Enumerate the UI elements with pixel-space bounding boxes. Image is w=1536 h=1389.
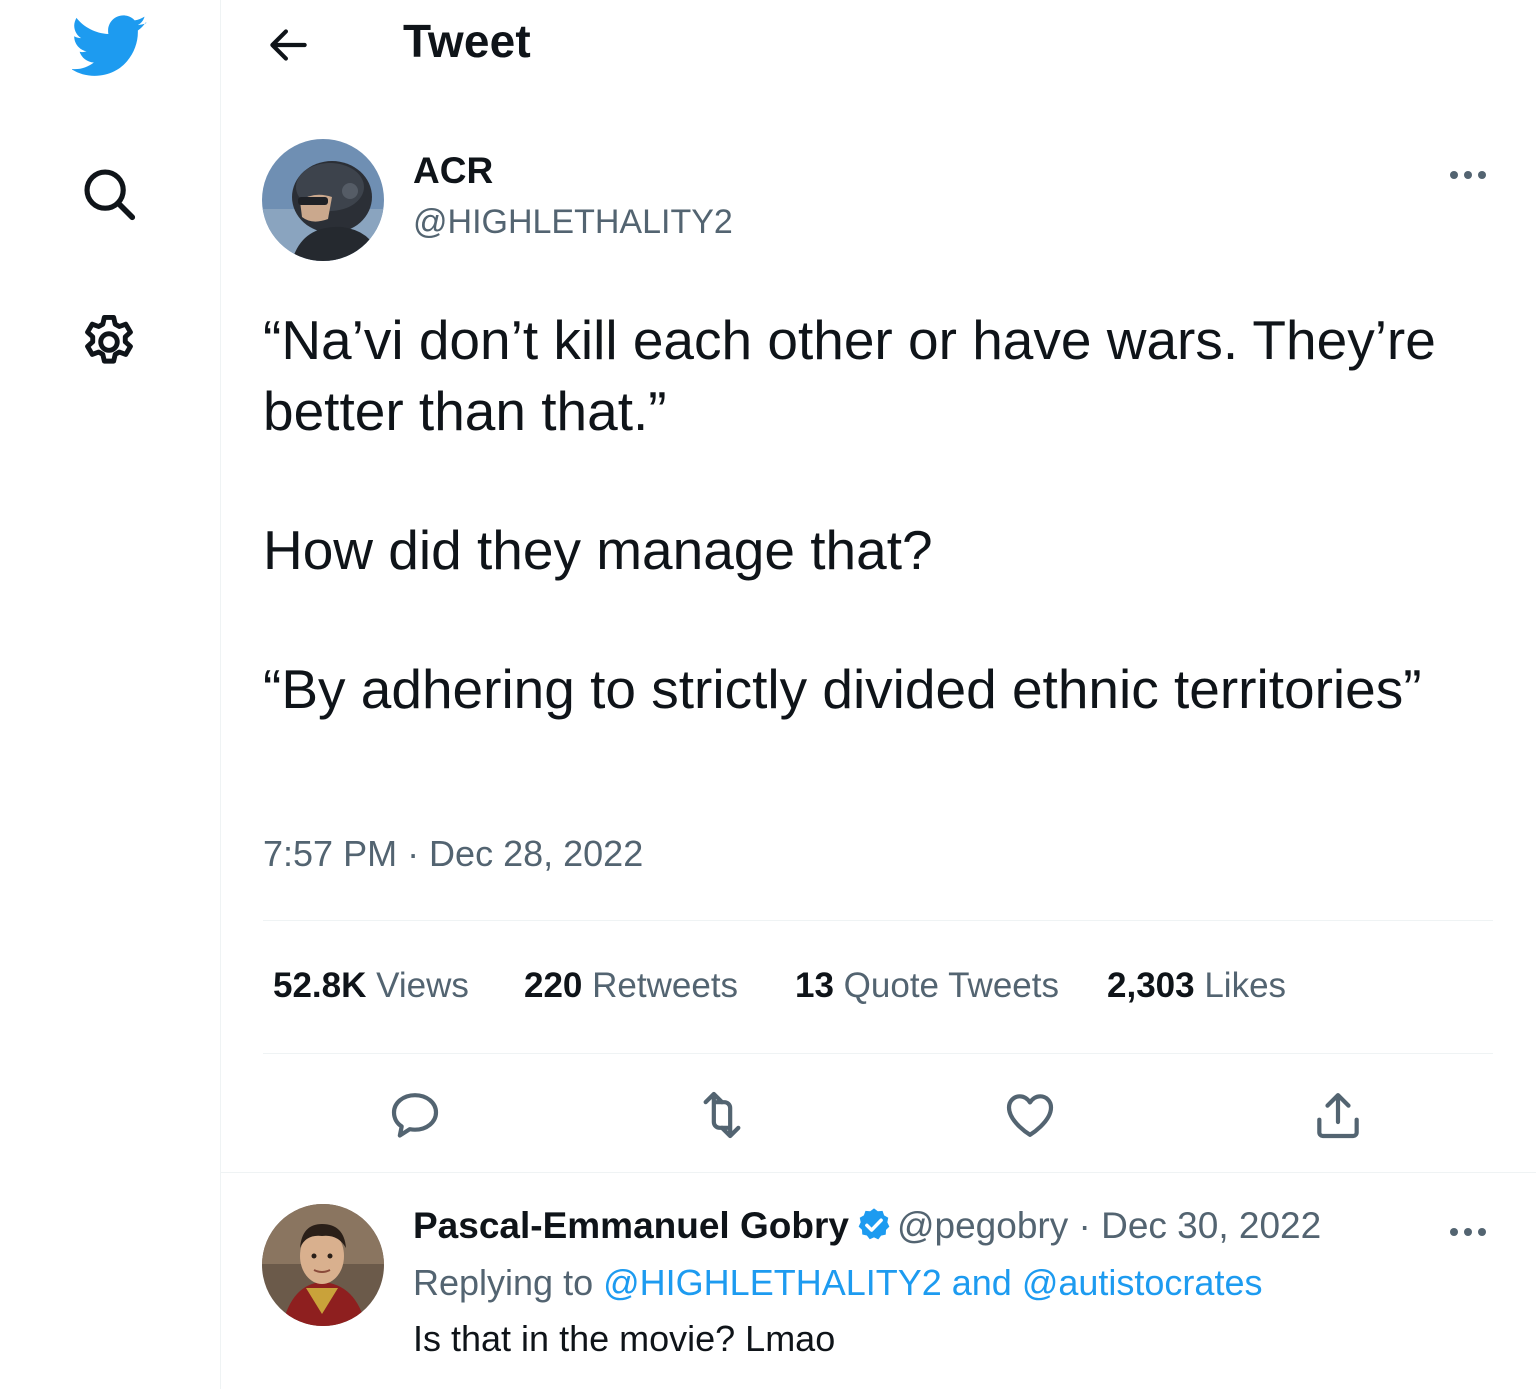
verified-badge-icon (855, 1206, 893, 1253)
reply-icon[interactable] (387, 1087, 443, 1143)
twitter-bird-icon[interactable] (71, 15, 148, 79)
top-bar: Tweet (221, 0, 1536, 92)
quotes-label: Quote Tweets (843, 966, 1059, 1005)
retweets-label: Retweets (592, 966, 739, 1005)
reply-display-name[interactable]: Pascal-Emmanuel Gobry (413, 1205, 849, 1246)
views-stat: 52.8K Views (273, 966, 469, 1006)
likes-stat[interactable]: 2,303 Likes (1107, 966, 1286, 1006)
divider (263, 920, 1493, 921)
sidebar (0, 0, 221, 1389)
replying-prefix: Replying to (413, 1262, 594, 1303)
tweet-text: “Na’vi don’t kill each other or have war… (263, 305, 1503, 725)
more-options-icon[interactable] (1443, 160, 1493, 190)
display-name[interactable]: ACR (413, 150, 493, 192)
like-icon[interactable] (1002, 1087, 1058, 1143)
views-label: Views (376, 966, 469, 1005)
likes-label: Likes (1204, 966, 1287, 1005)
user-handle[interactable]: @HIGHLETHALITY2 (413, 203, 733, 242)
reply-handle-date[interactable]: @pegobry · Dec 30, 2022 (897, 1205, 1321, 1246)
divider (263, 1053, 1493, 1054)
more-options-icon[interactable] (1443, 1217, 1493, 1247)
likes-count: 2,303 (1107, 966, 1195, 1005)
twitter-app: Tweet ACR @HIGHLETHALITY2 “Na’vi don’t k… (0, 0, 1536, 1389)
tweet-timestamp[interactable]: 7:57 PM · Dec 28, 2022 (263, 833, 643, 875)
gear-icon[interactable] (78, 311, 140, 373)
replying-targets-link[interactable]: @HIGHLETHALITY2 and @autistocrates (603, 1262, 1262, 1303)
divider (221, 1172, 1536, 1173)
tweet-paragraph: How did they manage that? (263, 519, 933, 581)
avatar[interactable] (262, 139, 384, 261)
retweet-icon[interactable] (694, 1087, 750, 1143)
reply-header: Pascal-Emmanuel Gobry @pegobry · Dec 30, … (413, 1205, 1321, 1253)
tweet-paragraph: “By adhering to strictly divided ethnic … (263, 658, 1422, 720)
replying-to: Replying to @HIGHLETHALITY2 and @autisto… (413, 1262, 1262, 1304)
quotes-count: 13 (795, 966, 834, 1005)
reply-text: Is that in the movie? Lmao (413, 1318, 836, 1359)
arrow-left-icon[interactable] (263, 20, 313, 70)
share-icon[interactable] (1310, 1087, 1366, 1143)
avatar[interactable] (262, 1204, 384, 1326)
quote-tweets-stat[interactable]: 13 Quote Tweets (795, 966, 1059, 1006)
retweets-count: 220 (524, 966, 583, 1005)
views-count: 52.8K (273, 966, 367, 1005)
main-column: Tweet ACR @HIGHLETHALITY2 “Na’vi don’t k… (221, 0, 1536, 1389)
tweet-paragraph: “Na’vi don’t kill each other or have war… (263, 309, 1436, 442)
search-icon[interactable] (78, 163, 140, 225)
retweets-stat[interactable]: 220 Retweets (524, 966, 738, 1006)
page-title: Tweet (403, 15, 531, 67)
